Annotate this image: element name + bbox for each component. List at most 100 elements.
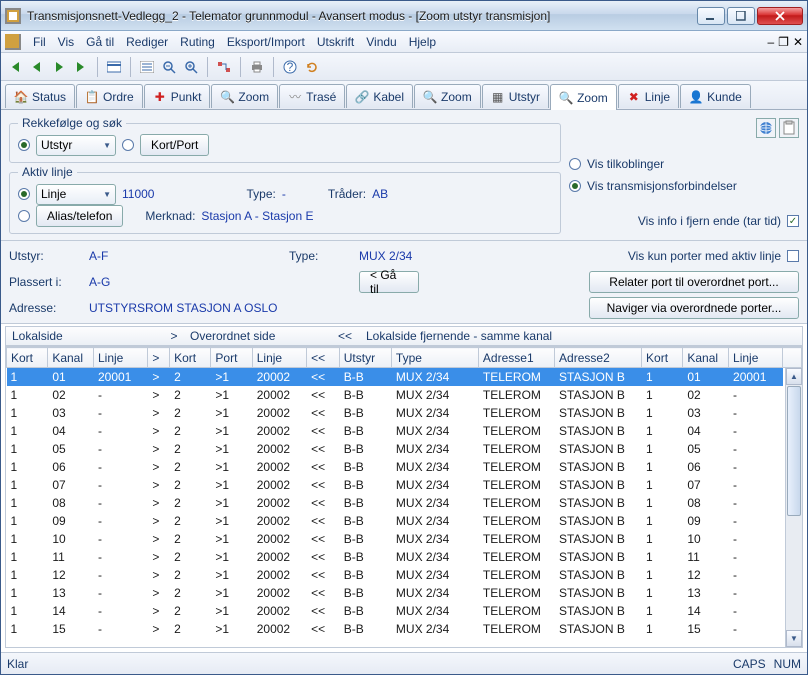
sort-kortport-button[interactable]: Kort/Port — [140, 134, 209, 156]
menu-vindu[interactable]: Vindu — [360, 33, 402, 51]
tab-punkt-2[interactable]: ✚Punkt — [144, 84, 211, 108]
menu-fil[interactable]: Fil — [27, 33, 52, 51]
sort-kortport-radio[interactable] — [122, 139, 134, 151]
col-header[interactable]: > — [148, 348, 170, 368]
col-header[interactable]: Kanal — [48, 348, 94, 368]
col-header[interactable]: Port — [211, 348, 252, 368]
tool-list-icon[interactable] — [137, 57, 157, 77]
tool-card-icon[interactable] — [104, 57, 124, 77]
tab-status-0[interactable]: 🏠Status — [5, 84, 75, 108]
nav-first-icon[interactable] — [5, 57, 25, 77]
globe-icon[interactable] — [756, 118, 776, 138]
group-overordnet: Overordnet side — [184, 327, 330, 345]
mdi-minimize-button[interactable]: – — [767, 35, 774, 49]
relater-port-button[interactable]: Relater port til overordnet port... — [589, 271, 799, 293]
col-header[interactable]: Linje — [252, 348, 306, 368]
tab-zoom-6[interactable]: 🔍Zoom — [414, 84, 481, 108]
col-header[interactable]: Adresse1 — [478, 348, 554, 368]
tab-icon: ▦ — [491, 90, 505, 104]
tab-zoom-3[interactable]: 🔍Zoom — [211, 84, 278, 108]
sort-utstyr-dropdown[interactable]: Utstyr▼ — [36, 135, 116, 156]
tab-utstyr-7[interactable]: ▦Utstyr — [482, 84, 549, 108]
table-row[interactable]: 115->2>120002<<B-BMUX 2/34TELEROMSTASJON… — [7, 620, 802, 638]
linje-radio[interactable] — [18, 188, 30, 200]
col-header[interactable]: Utstyr — [339, 348, 391, 368]
aktiv-linje-check[interactable] — [787, 250, 799, 262]
menu-hjelp[interactable]: Hjelp — [403, 33, 442, 51]
col-header[interactable]: Type — [391, 348, 478, 368]
scroll-down-button[interactable]: ▼ — [786, 630, 802, 647]
alias-radio[interactable] — [18, 210, 30, 222]
table-row[interactable]: 109->2>120002<<B-BMUX 2/34TELEROMSTASJON… — [7, 512, 802, 530]
table-row[interactable]: 102->2>120002<<B-BMUX 2/34TELEROMSTASJON… — [7, 386, 802, 404]
menu-eksportimport[interactable]: Eksport/Import — [221, 33, 311, 51]
col-header[interactable]: Kort — [7, 348, 48, 368]
table-row[interactable]: 10120001>2>120002<<B-BMUX 2/34TELEROMSTA… — [7, 368, 802, 386]
vertical-scrollbar[interactable]: ▲ ▼ — [785, 368, 802, 647]
col-header[interactable]: Kort — [170, 348, 211, 368]
nav-last-icon[interactable] — [71, 57, 91, 77]
minimize-button[interactable] — [697, 7, 725, 25]
zoom-in-icon[interactable] — [181, 57, 201, 77]
app-icon — [5, 8, 21, 24]
help-icon[interactable]: ? — [280, 57, 300, 77]
tab-zoom-8[interactable]: 🔍Zoom — [550, 84, 617, 110]
zoom-out-icon[interactable] — [159, 57, 179, 77]
col-header[interactable]: Linje — [93, 348, 147, 368]
naviger-port-button[interactable]: Naviger via overordnede porter... — [589, 297, 799, 319]
col-header[interactable]: Kanal — [683, 348, 729, 368]
menubar: FilVisGå tilRedigerRutingEksport/ImportU… — [1, 31, 807, 53]
menu-gtil[interactable]: Gå til — [80, 33, 120, 51]
data-table[interactable]: KortKanalLinje>KortPortLinje<<UtstyrType… — [6, 347, 802, 638]
nav-next-icon[interactable] — [49, 57, 69, 77]
ga-til-button[interactable]: < Gå til — [359, 271, 419, 293]
vis-info-check[interactable]: ✓ — [787, 215, 799, 227]
titlebar[interactable]: Transmisjonsnett-Vedlegg_2 - Telemator g… — [1, 1, 807, 31]
vis-transmisjons-radio[interactable] — [569, 180, 581, 192]
scroll-thumb[interactable] — [787, 386, 801, 516]
sort-utstyr-radio[interactable] — [18, 139, 30, 151]
scroll-up-button[interactable]: ▲ — [786, 368, 802, 385]
tab-icon: 〰 — [288, 90, 302, 104]
col-header[interactable]: << — [307, 348, 340, 368]
menu-ruting[interactable]: Ruting — [174, 33, 221, 51]
menu-utskrift[interactable]: Utskrift — [311, 33, 360, 51]
tab-tras-4[interactable]: 〰Trasé — [279, 84, 345, 108]
table-row[interactable]: 113->2>120002<<B-BMUX 2/34TELEROMSTASJON… — [7, 584, 802, 602]
table-row[interactable]: 103->2>120002<<B-BMUX 2/34TELEROMSTASJON… — [7, 404, 802, 422]
maximize-button[interactable] — [727, 7, 755, 25]
close-button[interactable] — [757, 7, 803, 25]
alias-button[interactable]: Alias/telefon — [36, 205, 123, 227]
nav-prev-icon[interactable] — [27, 57, 47, 77]
table-row[interactable]: 104->2>120002<<B-BMUX 2/34TELEROMSTASJON… — [7, 422, 802, 440]
caps-indicator: CAPS — [733, 657, 766, 671]
mdi-close-button[interactable]: ✕ — [793, 35, 803, 49]
table-row[interactable]: 110->2>120002<<B-BMUX 2/34TELEROMSTASJON… — [7, 530, 802, 548]
table-row[interactable]: 107->2>120002<<B-BMUX 2/34TELEROMSTASJON… — [7, 476, 802, 494]
tab-kunde-10[interactable]: 👤Kunde — [680, 84, 751, 108]
linje-dropdown[interactable]: Linje▼ — [36, 184, 116, 205]
tab-linje-9[interactable]: ✖Linje — [618, 84, 679, 108]
print-icon[interactable] — [247, 57, 267, 77]
filter-panel: Rekkefølge og søk Utstyr▼ Kort/Port Akti… — [1, 110, 807, 241]
tab-kabel-5[interactable]: 🔗Kabel — [346, 84, 413, 108]
col-header[interactable]: Kort — [642, 348, 683, 368]
table-row[interactable]: 114->2>120002<<B-BMUX 2/34TELEROMSTASJON… — [7, 602, 802, 620]
menu-rediger[interactable]: Rediger — [120, 33, 174, 51]
menu-vis[interactable]: Vis — [52, 33, 80, 51]
table-row[interactable]: 106->2>120002<<B-BMUX 2/34TELEROMSTASJON… — [7, 458, 802, 476]
sort-order-group: Rekkefølge og søk Utstyr▼ Kort/Port — [9, 116, 561, 163]
tool-connect-icon[interactable] — [214, 57, 234, 77]
clipboard-icon[interactable] — [779, 118, 799, 138]
tab-ordre-1[interactable]: 📋Ordre — [76, 84, 143, 108]
table-row[interactable]: 112->2>120002<<B-BMUX 2/34TELEROMSTASJON… — [7, 566, 802, 584]
adresse-value: UTSTYRSROM STASJON A OSLO — [89, 301, 479, 315]
mdi-restore-button[interactable]: ❐ — [778, 35, 789, 49]
table-row[interactable]: 105->2>120002<<B-BMUX 2/34TELEROMSTASJON… — [7, 440, 802, 458]
refresh-icon[interactable] — [302, 57, 322, 77]
table-row[interactable]: 111->2>120002<<B-BMUX 2/34TELEROMSTASJON… — [7, 548, 802, 566]
vis-koblinger-radio[interactable] — [569, 158, 581, 170]
table-row[interactable]: 108->2>120002<<B-BMUX 2/34TELEROMSTASJON… — [7, 494, 802, 512]
col-header[interactable]: Adresse2 — [555, 348, 642, 368]
col-header[interactable]: Linje — [729, 348, 783, 368]
